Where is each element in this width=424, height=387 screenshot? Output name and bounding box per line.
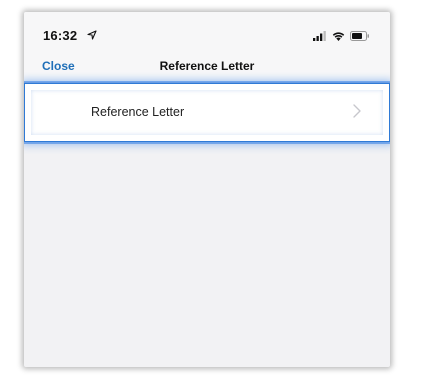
header: 16:32 Close Reference Letter [24,12,390,83]
battery-icon [350,31,369,41]
chevron-right-icon [353,104,361,118]
list-item-label: Reference Letter [91,105,185,119]
status-time: 16:32 [43,28,78,43]
wifi-icon [332,32,345,41]
page-title: Reference Letter [159,59,255,73]
location-arrow-icon [87,30,97,40]
status-icons [313,30,370,42]
selected-row-highlight: Reference Letter [24,83,390,142]
list-item-reference-letter[interactable]: Reference Letter [31,90,383,135]
phone-screen: 16:32 Close Reference Letter Reference L… [24,12,390,367]
signal-icon [313,31,326,41]
